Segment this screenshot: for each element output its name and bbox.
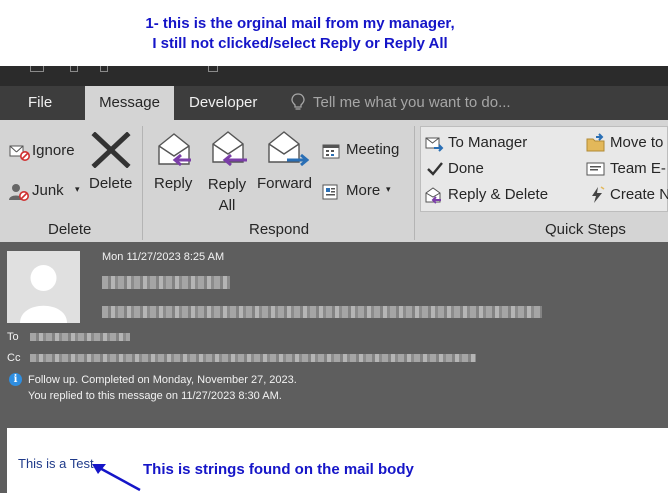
- move-to-label: Move to: [610, 134, 664, 151]
- quick-step-done[interactable]: Done: [424, 159, 574, 179]
- person-icon: [20, 265, 67, 323]
- reply-all-label-line1: Reply: [207, 176, 247, 193]
- ignore-button[interactable]: Ignore: [8, 141, 80, 163]
- reply-all-label-line2: All: [218, 197, 236, 214]
- delete-x-icon: [91, 132, 131, 168]
- ribbon-tabs: File Message Developer Tell me what you …: [0, 86, 668, 120]
- message-header: Mon 11/27/2023 8:25 AM To Cc i Follow up…: [0, 242, 668, 418]
- undo-icon[interactable]: [70, 66, 78, 72]
- sender-name-redacted: [102, 276, 230, 289]
- checkmark-icon: [427, 162, 443, 176]
- reply-button[interactable]: Reply: [152, 130, 196, 202]
- create-new-label: Create N: [610, 186, 668, 203]
- annotation-arrow-icon: [92, 464, 141, 492]
- reply-label: Reply: [154, 175, 193, 192]
- to-label: To: [7, 331, 19, 343]
- to-manager-icon: [425, 137, 444, 152]
- reply-icon: [158, 133, 191, 167]
- sender-avatar: [7, 251, 80, 323]
- meeting-label: Meeting: [346, 141, 400, 158]
- junk-label: Junk: [32, 182, 64, 199]
- forward-button[interactable]: Forward: [257, 130, 317, 202]
- quick-steps-group-label: Quick Steps: [545, 221, 626, 238]
- annotation-line-2: I still not clicked/select Reply or Repl…: [152, 35, 448, 52]
- team-email-label: Team E-: [610, 160, 666, 177]
- subject-redacted: [102, 306, 542, 318]
- save-icon[interactable]: [30, 66, 44, 72]
- quick-steps-gallery: To Manager Done Reply & Delete Move to T…: [420, 126, 668, 212]
- reply-all-button[interactable]: Reply All: [205, 130, 251, 222]
- ribbon: Ignore Junk ▾ Delete Delete Reply Reply …: [0, 120, 668, 242]
- forward-label: Forward: [257, 175, 313, 192]
- quick-step-move-to[interactable]: Move to: [586, 133, 668, 153]
- tab-file[interactable]: File: [17, 86, 63, 120]
- reply-all-icon: [212, 131, 247, 167]
- cc-label: Cc: [7, 352, 21, 364]
- quick-step-reply-delete[interactable]: Reply & Delete: [424, 185, 579, 205]
- ignore-label: Ignore: [32, 142, 75, 159]
- done-label: Done: [448, 160, 484, 177]
- folder-move-icon: [586, 133, 605, 152]
- junk-button[interactable]: Junk ▾: [8, 181, 83, 203]
- annotation-body-note: This is strings found on the mail body: [143, 461, 414, 478]
- sent-date: Mon 11/27/2023 8:25 AM: [102, 251, 225, 263]
- team-email-icon: [586, 162, 605, 176]
- lightbulb-icon: [291, 93, 305, 110]
- delete-button[interactable]: Delete: [86, 132, 138, 202]
- delete-group-label: Delete: [48, 221, 92, 238]
- tab-message[interactable]: Message: [85, 86, 174, 120]
- meeting-calendar-icon: [322, 144, 340, 159]
- title-bar: [0, 66, 668, 86]
- ignore-icon: [9, 145, 30, 161]
- tell-me-box[interactable]: Tell me what you want to do...: [313, 86, 511, 120]
- quick-step-to-manager[interactable]: To Manager: [424, 133, 574, 153]
- respond-group-label: Respond: [249, 221, 310, 238]
- customize-icon[interactable]: [208, 66, 218, 72]
- chevron-down-icon: ▾: [75, 184, 80, 194]
- quick-step-create-new[interactable]: Create N: [586, 185, 668, 205]
- ribbon-divider: [142, 126, 143, 240]
- redo-icon[interactable]: [100, 66, 108, 72]
- meeting-button[interactable]: Meeting: [322, 140, 406, 162]
- annotation-area: 1- this is the orginal mail from my mana…: [0, 0, 668, 66]
- to-recipients-redacted: [30, 333, 130, 341]
- reply-delete-label: Reply & Delete: [448, 186, 549, 203]
- info-icon: i: [9, 373, 22, 386]
- followup-status: Follow up. Completed on Monday, November…: [28, 374, 297, 386]
- more-button[interactable]: More ▾: [322, 181, 402, 203]
- lightning-icon: [592, 186, 605, 203]
- more-icon: [322, 184, 338, 200]
- junk-icon: [9, 184, 29, 201]
- reply-delete-icon: [425, 187, 441, 204]
- replied-status[interactable]: You replied to this message on 11/27/202…: [28, 390, 282, 402]
- chevron-down-icon: ▾: [386, 184, 391, 194]
- body-text: This is a Test: [18, 456, 94, 471]
- ribbon-divider: [414, 126, 415, 240]
- more-label: More: [346, 182, 381, 199]
- forward-icon: [268, 131, 309, 167]
- annotation-line-1: 1- this is the orginal mail from my mana…: [145, 15, 455, 32]
- tab-developer[interactable]: Developer: [178, 86, 268, 120]
- delete-label: Delete: [89, 175, 133, 192]
- to-manager-label: To Manager: [448, 134, 528, 151]
- quick-step-team-email[interactable]: Team E-: [586, 159, 668, 179]
- cc-recipients-redacted: [30, 354, 476, 362]
